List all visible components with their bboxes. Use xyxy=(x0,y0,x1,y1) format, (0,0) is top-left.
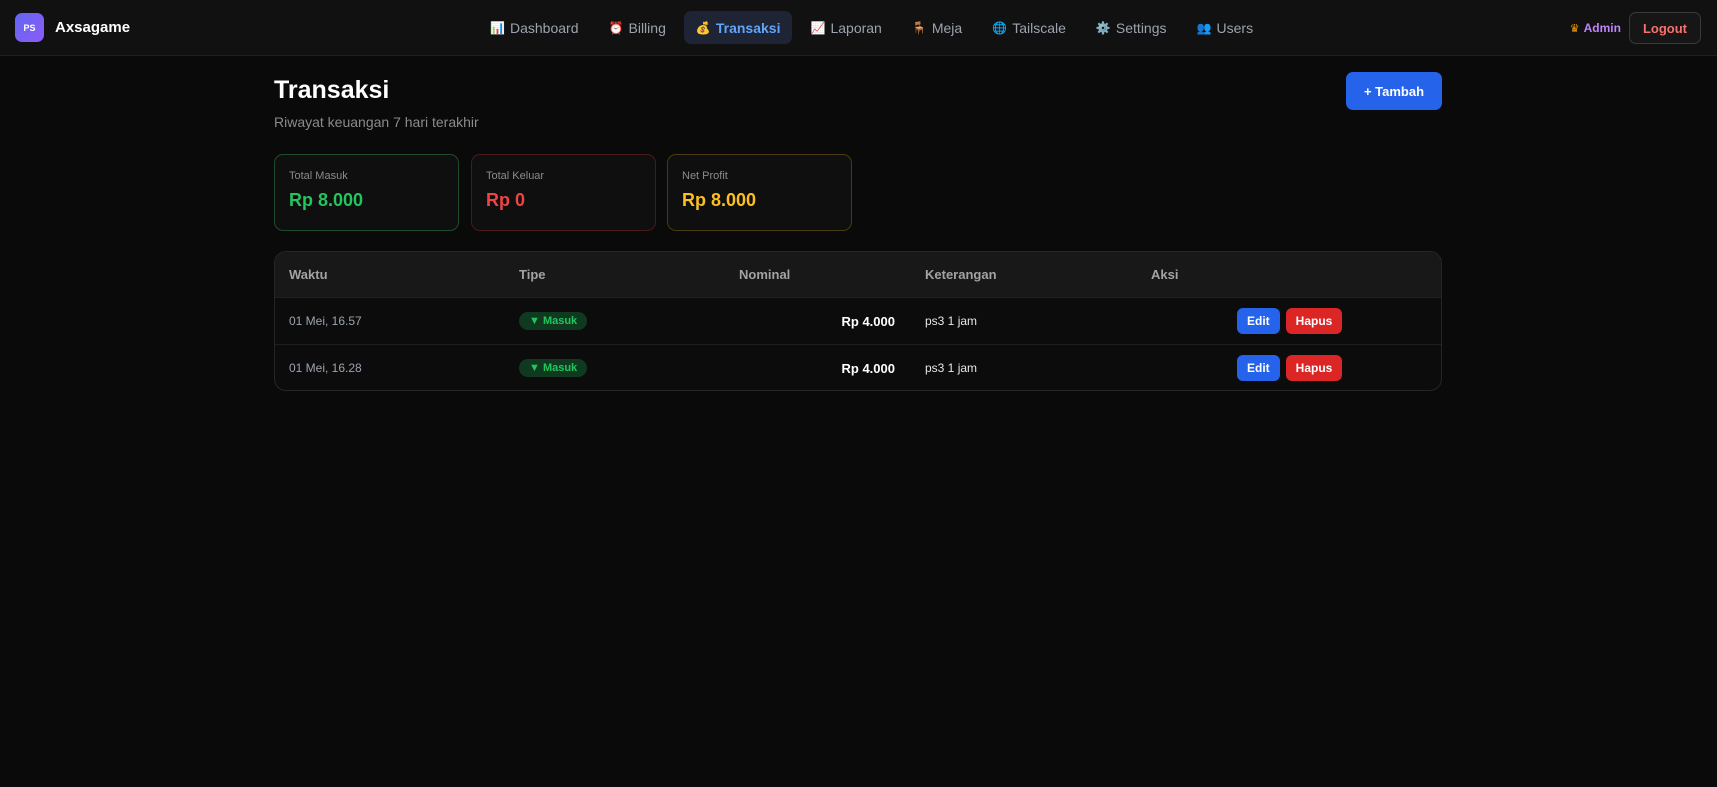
user-role-label: Admin xyxy=(1583,21,1621,35)
nav-item-label: Settings xyxy=(1115,19,1167,36)
stat-card-net-profit: Net Profit Rp 8.000 xyxy=(667,154,852,231)
column-header-tipe: Tipe xyxy=(519,267,546,282)
nav-item-settings[interactable]: ⚙️ Settings xyxy=(1084,11,1179,44)
nav-item-dashboard[interactable]: 📊 Dashboard xyxy=(478,11,591,44)
row-actions: Edit Hapus xyxy=(1237,308,1343,334)
column-header-waktu: Waktu xyxy=(289,267,328,282)
transactions-table: Waktu Tipe Nominal Keterangan Aksi 01 Me… xyxy=(274,251,1442,391)
type-badge: ▼ Masuk xyxy=(519,359,588,377)
nav-item-label: Tailscale xyxy=(1012,19,1066,36)
row-note: ps3 1 jam xyxy=(925,314,978,328)
row-nominal: Rp 4.000 xyxy=(841,313,895,329)
nav-item-tailscale[interactable]: 🌐 Tailscale xyxy=(980,11,1078,44)
stat-card-total-keluar: Total Keluar Rp 0 xyxy=(471,154,656,231)
nav-item-laporan[interactable]: 📈 Laporan xyxy=(798,11,893,44)
brand[interactable]: PS Axsagame xyxy=(15,13,130,42)
users-icon: 👥 xyxy=(1196,20,1212,35)
row-nominal: Rp 4.000 xyxy=(841,360,895,376)
row-note: ps3 1 jam xyxy=(925,361,978,375)
user-role: ♛ Admin xyxy=(1570,21,1621,35)
add-transaction-button[interactable]: + Tambah xyxy=(1346,72,1442,110)
money-bag-icon: 💰 xyxy=(695,20,711,35)
column-header-nominal: Nominal xyxy=(739,267,791,282)
column-header-keterangan: Keterangan xyxy=(925,267,997,282)
stat-label: Total Keluar xyxy=(486,170,545,182)
edit-button[interactable]: Edit xyxy=(1237,355,1280,381)
delete-button[interactable]: Hapus xyxy=(1285,355,1343,381)
row-time: 01 Mei, 16.28 xyxy=(289,361,362,375)
crown-icon: ♛ xyxy=(1569,22,1580,35)
row-actions: Edit Hapus xyxy=(1237,355,1343,381)
alarm-clock-icon: ⏰ xyxy=(608,20,624,35)
table-row: 01 Mei, 16.28 ▼ Masuk Rp 4.000 ps3 1 jam… xyxy=(275,344,1441,390)
page-title: Transaksi xyxy=(274,76,390,104)
nav-item-label: Laporan xyxy=(830,19,882,36)
stat-card-total-masuk: Total Masuk Rp 8.000 xyxy=(274,154,459,231)
row-time: 01 Mei, 16.57 xyxy=(289,314,362,328)
column-header-aksi: Aksi xyxy=(1151,267,1179,282)
table-row: 01 Mei, 16.57 ▼ Masuk Rp 4.000 ps3 1 jam… xyxy=(275,297,1441,344)
app-name: Axsagame xyxy=(55,19,131,36)
edit-button[interactable]: Edit xyxy=(1237,308,1280,334)
app-logo: PS xyxy=(15,13,44,42)
stat-value: Rp 0 xyxy=(486,190,526,210)
top-navbar: PS Axsagame 📊 Dashboard ⏰ Billing 💰 Tran… xyxy=(0,0,1717,56)
nav-item-transaksi[interactable]: 💰 Transaksi xyxy=(683,11,793,44)
stat-label: Total Masuk xyxy=(289,170,348,182)
chart-icon: 📊 xyxy=(490,20,505,35)
nav-item-label: Users xyxy=(1216,19,1254,36)
user-area: ♛ Admin Logout xyxy=(1570,12,1701,44)
nav-item-meja[interactable]: 🪑 Meja xyxy=(900,11,974,44)
gear-icon: ⚙️ xyxy=(1095,20,1111,35)
page-subtitle: Riwayat keuangan 7 hari terakhir xyxy=(274,114,479,130)
trend-chart-icon: 📈 xyxy=(810,20,826,35)
nav-item-label: Dashboard xyxy=(510,19,579,36)
main-nav: 📊 Dashboard ⏰ Billing 💰 Transaksi 📈 Lapo… xyxy=(478,11,1265,44)
nav-item-billing[interactable]: ⏰ Billing xyxy=(597,11,678,44)
globe-icon: 🌐 xyxy=(992,20,1008,35)
logout-button[interactable]: Logout xyxy=(1628,12,1701,44)
nav-item-label: Meja xyxy=(931,19,963,36)
table-header: Waktu Tipe Nominal Keterangan Aksi xyxy=(275,252,1441,297)
type-badge: ▼ Masuk xyxy=(519,312,588,330)
chair-icon: 🪑 xyxy=(911,20,927,35)
nav-item-users[interactable]: 👥 Users xyxy=(1185,11,1266,44)
delete-button[interactable]: Hapus xyxy=(1285,308,1343,334)
nav-item-label: Transaksi xyxy=(715,19,781,36)
stat-label: Net Profit xyxy=(682,170,728,182)
stat-value: Rp 8.000 xyxy=(682,190,757,210)
stat-value: Rp 8.000 xyxy=(289,190,364,210)
nav-item-label: Billing xyxy=(628,19,666,36)
